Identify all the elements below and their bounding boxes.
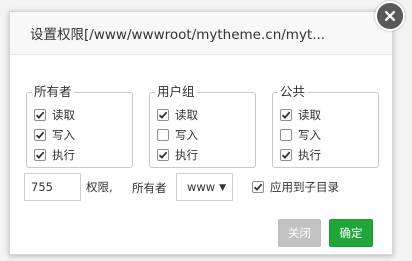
dialog-close-button[interactable]: [375, 1, 405, 31]
public-read-checkbox[interactable]: 读取: [280, 106, 321, 123]
owner-read-checkbox[interactable]: 读取: [34, 106, 75, 123]
checkbox-unchecked-icon: [157, 128, 169, 141]
checkbox-label: 执行: [298, 147, 321, 162]
checkbox-label: 写入: [175, 127, 198, 142]
dialog-title: 设置权限[/www/wwwroot/mytheme.cn/myt...: [10, 12, 392, 55]
checkbox-label: 执行: [52, 147, 75, 162]
checkbox-label: 读取: [298, 107, 321, 122]
checkbox-checked-icon: [34, 148, 46, 161]
public-execute-checkbox[interactable]: 执行: [280, 146, 321, 163]
checkbox-label: 写入: [298, 127, 321, 142]
checkbox-unchecked-icon: [280, 128, 292, 141]
checkbox-checked-icon: [34, 108, 46, 121]
checkbox-checked-icon: [157, 148, 169, 161]
checkbox-label: 读取: [52, 107, 75, 122]
checkbox-checked-icon: [157, 108, 169, 121]
checkbox-label: 执行: [175, 147, 198, 162]
checkbox-checked-icon: [280, 148, 292, 161]
group-public: 公共 读取 写入 执行: [272, 84, 379, 168]
group-execute-checkbox[interactable]: 执行: [157, 146, 198, 163]
owner-label: 所有者: [132, 181, 167, 195]
group-usergroup-title: 用户组: [155, 84, 197, 100]
permission-dialog: 设置权限[/www/wwwroot/mytheme.cn/myt... 所有者 …: [9, 11, 393, 255]
group-public-title: 公共: [278, 84, 308, 100]
checkbox-label: 读取: [175, 107, 198, 122]
close-button[interactable]: 关闭: [278, 219, 321, 247]
group-usergroup: 用户组 读取 写入 执行: [149, 84, 256, 168]
public-write-checkbox[interactable]: 写入: [280, 126, 321, 143]
checkbox-label: 写入: [52, 127, 75, 142]
close-icon: [384, 10, 396, 22]
group-owner: 所有者 读取 写入 执行: [26, 84, 133, 168]
caret-down-icon: ▼: [219, 183, 226, 193]
permission-row: 权限, 所有者 www ▼ 应用到子目录: [24, 173, 384, 201]
confirm-button[interactable]: 确定: [329, 219, 373, 247]
checkbox-checked-icon: [252, 181, 264, 193]
group-read-checkbox[interactable]: 读取: [157, 106, 198, 123]
permission-label: 权限,: [86, 180, 113, 194]
checkbox-label: 应用到子目录: [270, 180, 339, 194]
apply-subdir-checkbox[interactable]: 应用到子目录: [252, 179, 339, 195]
checkbox-checked-icon: [280, 108, 292, 121]
group-write-checkbox[interactable]: 写入: [157, 126, 198, 143]
owner-select[interactable]: www ▼: [176, 173, 233, 201]
permission-value-input[interactable]: [24, 173, 81, 201]
owner-select-value: www: [187, 180, 216, 194]
checkbox-checked-icon: [34, 128, 46, 141]
group-owner-title: 所有者: [32, 84, 74, 100]
owner-write-checkbox[interactable]: 写入: [34, 126, 75, 143]
owner-execute-checkbox[interactable]: 执行: [34, 146, 75, 163]
